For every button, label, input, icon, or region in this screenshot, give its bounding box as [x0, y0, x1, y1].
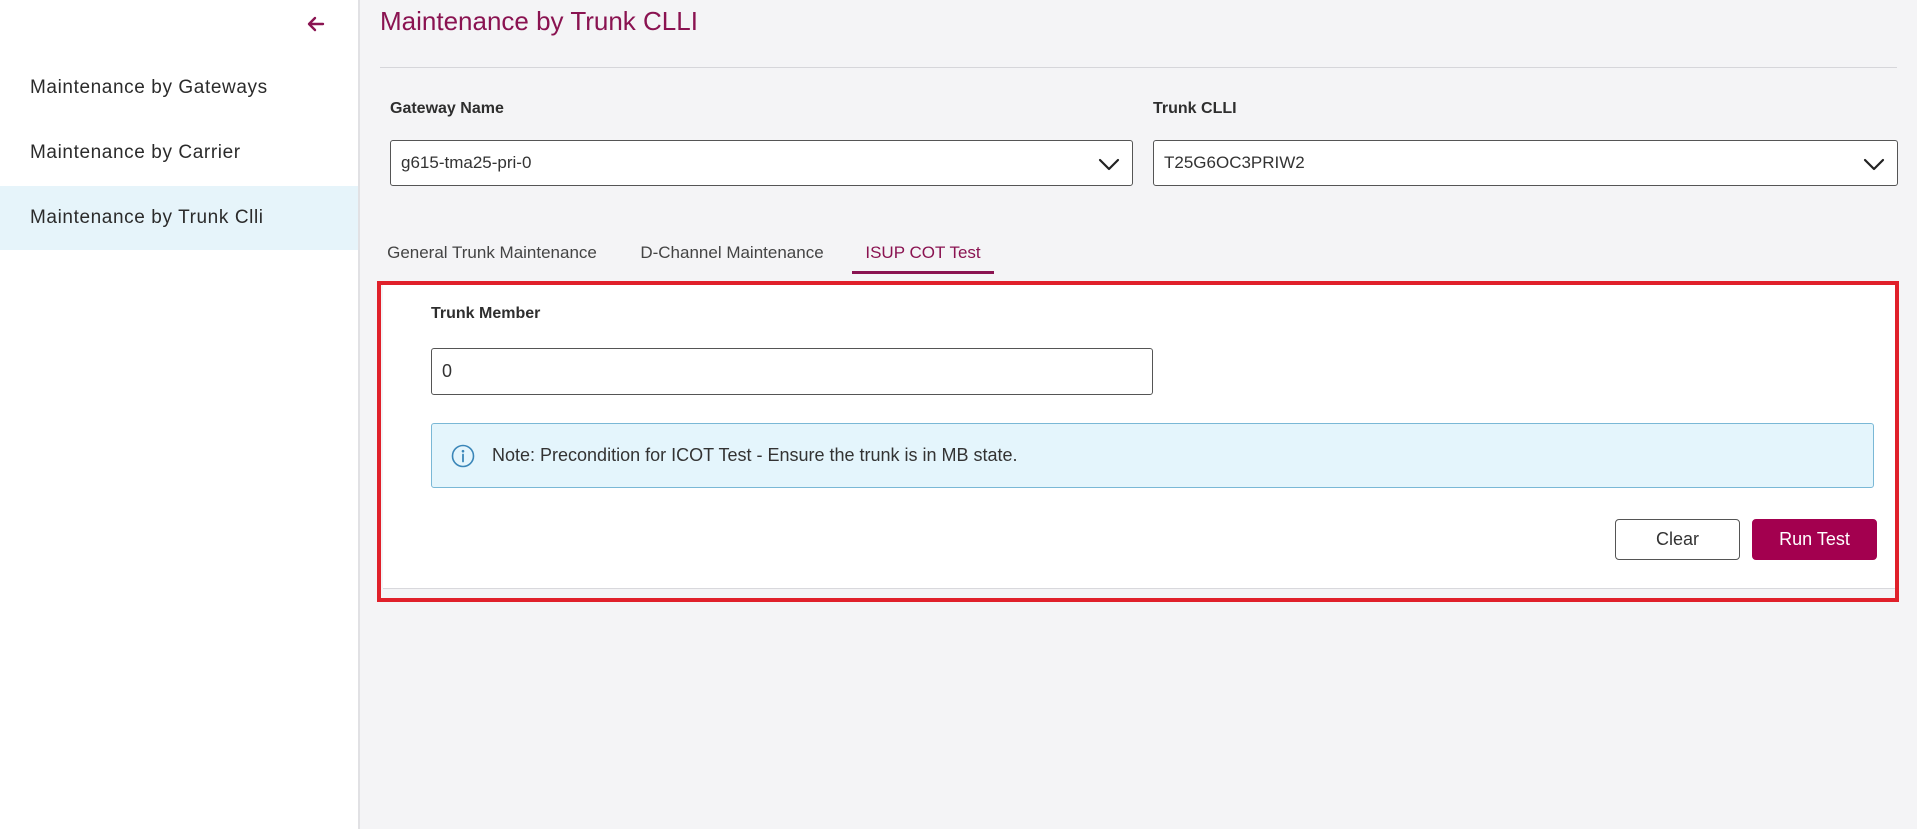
title-divider — [380, 67, 1897, 68]
sidebar: Maintenance by Gateways Maintenance by C… — [0, 0, 360, 829]
app-root: Maintenance by Gateways Maintenance by C… — [0, 0, 1917, 829]
trunk-clli-label: Trunk CLLI — [1153, 100, 1237, 117]
chevron-down-icon — [1098, 158, 1120, 171]
gateway-name-label: Gateway Name — [390, 100, 504, 117]
chevron-down-icon — [1863, 158, 1885, 171]
trunk-clli-select[interactable]: T25G6OC3PRIW2 — [1153, 140, 1898, 186]
sidebar-item-label: Maintenance by Trunk Clli — [30, 207, 264, 228]
tab-label: General Trunk Maintenance — [387, 243, 597, 262]
tab-d-channel-maintenance[interactable]: D-Channel Maintenance — [634, 230, 830, 274]
tab-general-trunk-maintenance[interactable]: General Trunk Maintenance — [387, 230, 597, 274]
page-title: Maintenance by Trunk CLLI — [380, 6, 698, 36]
highlight-frame — [377, 281, 1899, 602]
sidebar-item-label: Maintenance by Carrier — [30, 142, 241, 163]
gateway-name-select[interactable]: g615-tma25-pri-0 — [390, 140, 1133, 186]
collapse-sidebar-button[interactable] — [300, 8, 332, 40]
sidebar-item-carrier[interactable]: Maintenance by Carrier — [0, 121, 358, 185]
tab-label: ISUP COT Test — [865, 243, 981, 262]
tab-label: D-Channel Maintenance — [640, 243, 824, 262]
sidebar-item-label: Maintenance by Gateways — [30, 77, 268, 98]
sidebar-item-trunk-clli[interactable]: Maintenance by Trunk Clli — [0, 186, 358, 250]
sidebar-item-gateways[interactable]: Maintenance by Gateways — [0, 56, 358, 120]
main-content: Maintenance by Trunk CLLI Gateway Name g… — [362, 0, 1917, 829]
arrow-left-icon — [307, 16, 325, 32]
tab-isup-cot-test[interactable]: ISUP COT Test — [852, 230, 994, 274]
trunk-clli-value: T25G6OC3PRIW2 — [1164, 153, 1305, 172]
gateway-name-value: g615-tma25-pri-0 — [401, 153, 532, 172]
